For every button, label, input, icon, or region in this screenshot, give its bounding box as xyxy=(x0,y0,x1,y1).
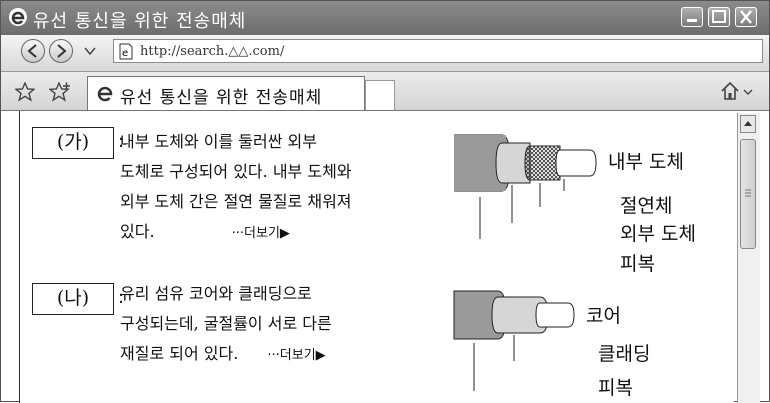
diagram-label: 피복 xyxy=(598,377,633,399)
diagram-label: 클래딩 xyxy=(598,343,651,365)
desc-line: 있다. ···더보기▶ xyxy=(120,217,420,249)
minimize-icon xyxy=(687,19,697,22)
diagram-label: 피복 xyxy=(620,253,655,275)
desc-line: 도체로 구성되어 있다. 내부 도체와 xyxy=(120,162,352,181)
browser-window: 유선 통신을 위한 전송매체 e http://search.△△.com/ 유… xyxy=(0,0,770,403)
window-title: 유선 통신을 위한 전송매체 xyxy=(33,11,247,32)
vertical-scrollbar[interactable] xyxy=(737,113,760,403)
desc-line: 내부 도체와 이를 둘러싼 외부 xyxy=(120,132,317,151)
grip-icon xyxy=(745,189,751,197)
url-text: http://search.△△.com/ xyxy=(140,44,285,59)
item-description-a: 내부 도체와 이를 둘러싼 외부 도체로 구성되어 있다. 내부 도체와 외부 … xyxy=(120,127,420,249)
ie-logo-icon xyxy=(97,86,113,102)
item-label-b: (나) xyxy=(32,283,114,315)
history-dropdown-icon[interactable] xyxy=(83,45,97,57)
read-more-link[interactable]: ···더보기▶ xyxy=(232,226,290,241)
new-tab-button[interactable] xyxy=(365,80,395,110)
maximize-button[interactable] xyxy=(708,7,730,27)
desc-line: 재질로 되어 있다. ···더보기▶ xyxy=(120,339,420,371)
address-toolbar: e http://search.△△.com/ xyxy=(1,35,769,72)
close-icon xyxy=(740,10,752,24)
page-icon: e xyxy=(119,43,133,60)
url-field[interactable]: e http://search.△△.com/ xyxy=(113,39,763,63)
add-favorite-icon[interactable] xyxy=(49,82,71,102)
coaxial-cable-diagram xyxy=(454,134,597,239)
ie-logo-icon xyxy=(9,8,27,26)
tab-title: 유선 통신을 위한 전송매체 xyxy=(120,88,323,108)
svg-text:e: e xyxy=(122,48,128,59)
page-content: (가) : 내부 도체와 이를 둘러싼 외부 도체로 구성되어 있다. 내부 도… xyxy=(19,111,734,403)
arrow-left-icon xyxy=(27,44,37,58)
title-bar: 유선 통신을 위한 전송매체 xyxy=(1,1,769,35)
back-button[interactable] xyxy=(21,39,45,63)
minimize-button[interactable] xyxy=(681,7,703,27)
desc-line-end: 재질로 되어 있다. xyxy=(120,344,239,363)
tab-bar: 유선 통신을 위한 전송매체 xyxy=(1,72,769,111)
diagram-label: 절연체 xyxy=(620,195,673,217)
scroll-thumb[interactable] xyxy=(740,139,756,249)
diagram-label: 내부 도체 xyxy=(608,151,684,173)
desc-line: 구성되는데, 굴절률이 서로 다른 xyxy=(120,314,332,333)
arrow-up-icon xyxy=(744,121,752,126)
diagram-label: 코어 xyxy=(586,305,621,327)
diagram-label: 외부 도체 xyxy=(620,223,696,245)
tab-active[interactable]: 유선 통신을 위한 전송매체 xyxy=(87,76,365,110)
scroll-up-button[interactable] xyxy=(740,115,756,133)
home-icon[interactable] xyxy=(719,80,741,102)
favorites-star-icon[interactable] xyxy=(15,82,35,102)
close-button[interactable] xyxy=(735,7,757,27)
forward-button[interactable] xyxy=(49,39,73,63)
maximize-icon xyxy=(712,10,726,23)
arrow-right-icon xyxy=(57,44,67,58)
desc-line: 외부 도체 간은 절연 물질로 채워져 xyxy=(120,192,352,211)
read-more-link[interactable]: ···더보기▶ xyxy=(267,348,325,363)
desc-line: 유리 섬유 코어와 클래딩으로 xyxy=(120,284,312,303)
desc-line-end: 있다. xyxy=(120,222,155,241)
item-label-a: (가) xyxy=(32,127,114,159)
chevron-down-icon[interactable] xyxy=(743,88,753,96)
item-description-b: 유리 섬유 코어와 클래딩으로 구성되는데, 굴절률이 서로 다른 재질로 되어… xyxy=(120,279,420,371)
